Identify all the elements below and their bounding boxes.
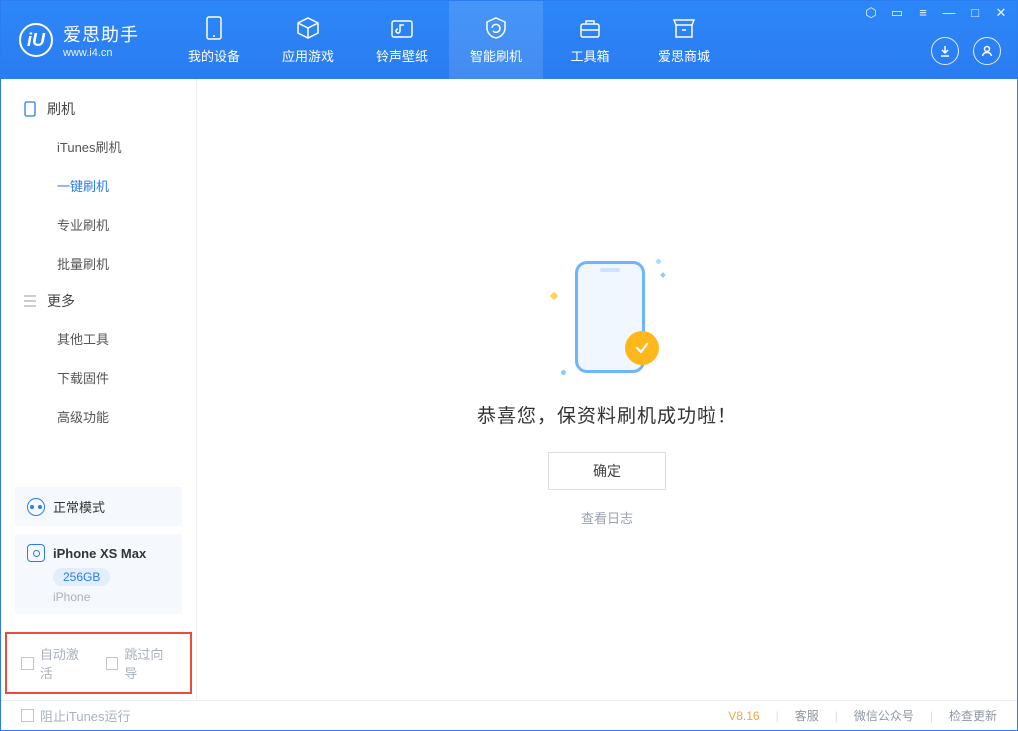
group-title: 更多 xyxy=(47,291,75,311)
ok-button[interactable]: 确定 xyxy=(548,452,666,490)
body: 刷机 iTunes刷机 一键刷机 专业刷机 批量刷机 更多 其他工具 下载固件 … xyxy=(1,79,1017,700)
nav-label: 我的设备 xyxy=(188,46,240,65)
sidebar-item-batch-flash[interactable]: 批量刷机 xyxy=(1,244,196,283)
nav-flash[interactable]: 智能刷机 xyxy=(449,1,543,79)
checkbox-icon xyxy=(21,709,34,722)
list-icon xyxy=(23,294,37,308)
footer: 阻止iTunes运行 V8.16 | 客服 | 微信公众号 | 检查更新 xyxy=(1,700,1017,730)
sidebar-item-oneclick-flash[interactable]: 一键刷机 xyxy=(1,166,196,205)
nav-toolbox[interactable]: 工具箱 xyxy=(543,1,637,79)
check-label: 阻止iTunes运行 xyxy=(40,706,131,725)
header-right-icons xyxy=(931,37,1001,65)
sparkle-icon xyxy=(550,291,558,299)
mode-icon xyxy=(27,498,45,516)
device-icon xyxy=(202,16,226,40)
mode-label: 正常模式 xyxy=(53,497,105,516)
sidebar-item-other-tools[interactable]: 其他工具 xyxy=(1,319,196,358)
toolbox-icon xyxy=(578,16,602,40)
nav-label: 爱思商城 xyxy=(658,46,710,65)
device-mode-card[interactable]: 正常模式 xyxy=(15,487,182,526)
nav-ringtone[interactable]: 铃声壁纸 xyxy=(355,1,449,79)
user-icon[interactable] xyxy=(973,37,1001,65)
sidebar-checks-highlight: 自动激活 跳过向导 xyxy=(5,632,192,694)
logo-area: iU 爱思助手 www.i4.cn xyxy=(1,21,157,59)
check-block-itunes[interactable]: 阻止iTunes运行 xyxy=(21,706,131,725)
check-label: 跳过向导 xyxy=(124,644,176,682)
success-message: 恭喜您，保资料刷机成功啦！ xyxy=(477,401,737,428)
note-icon[interactable]: ▭ xyxy=(889,5,905,21)
nav-label: 工具箱 xyxy=(570,46,609,65)
header: iU 爱思助手 www.i4.cn 我的设备 应用游戏 铃声壁纸 智能刷机 工具… xyxy=(1,1,1017,79)
main-content: 恭喜您，保资料刷机成功啦！ 确定 查看日志 xyxy=(197,79,1017,700)
view-log-link[interactable]: 查看日志 xyxy=(581,508,633,527)
capacity-badge: 256GB xyxy=(53,568,110,586)
checkbox-icon xyxy=(21,657,34,670)
dot-icon xyxy=(561,370,566,375)
footer-wechat[interactable]: 微信公众号 xyxy=(854,707,914,724)
success-illustration xyxy=(547,253,667,383)
sidebar-item-advanced[interactable]: 高级功能 xyxy=(1,397,196,436)
device-name: iPhone XS Max xyxy=(53,546,146,561)
device-info: 正常模式 iPhone XS Max 256GB iPhone xyxy=(1,477,196,632)
cube-icon xyxy=(296,16,320,40)
minimize-button[interactable]: — xyxy=(941,5,957,21)
shield-refresh-icon xyxy=(484,16,508,40)
top-nav: 我的设备 应用游戏 铃声壁纸 智能刷机 工具箱 爱思商城 xyxy=(167,1,731,79)
checkbox-icon xyxy=(106,657,119,670)
sidebar: 刷机 iTunes刷机 一键刷机 专业刷机 批量刷机 更多 其他工具 下载固件 … xyxy=(1,79,197,700)
sidebar-item-pro-flash[interactable]: 专业刷机 xyxy=(1,205,196,244)
version-label: V8.16 xyxy=(728,709,759,723)
device-card[interactable]: iPhone XS Max 256GB iPhone xyxy=(15,534,182,614)
footer-support[interactable]: 客服 xyxy=(795,707,819,724)
logo-text: 爱思助手 www.i4.cn xyxy=(63,21,139,59)
nav-label: 智能刷机 xyxy=(470,46,522,65)
nav-label: 铃声壁纸 xyxy=(376,46,428,65)
store-icon xyxy=(672,16,696,40)
sidebar-item-itunes-flash[interactable]: iTunes刷机 xyxy=(1,127,196,166)
shirt-icon[interactable]: ⬡ xyxy=(863,5,879,21)
check-badge-icon xyxy=(625,331,659,365)
window-controls: ⬡ ▭ ≡ — □ ✕ xyxy=(863,5,1009,21)
group-title: 刷机 xyxy=(47,99,75,119)
check-auto-activate[interactable]: 自动激活 xyxy=(21,644,92,682)
sidebar-menu: 刷机 iTunes刷机 一键刷机 专业刷机 批量刷机 更多 其他工具 下载固件 … xyxy=(1,79,196,477)
app-name: 爱思助手 xyxy=(63,21,139,47)
sidebar-item-download-firmware[interactable]: 下载固件 xyxy=(1,358,196,397)
sidebar-group-more[interactable]: 更多 xyxy=(1,283,196,319)
footer-check-update[interactable]: 检查更新 xyxy=(949,707,997,724)
phone-icon xyxy=(23,102,37,116)
check-label: 自动激活 xyxy=(40,644,92,682)
logo-icon: iU xyxy=(19,23,53,57)
music-folder-icon xyxy=(390,16,414,40)
nav-apps[interactable]: 应用游戏 xyxy=(261,1,355,79)
nav-store[interactable]: 爱思商城 xyxy=(637,1,731,79)
sparkle-icon xyxy=(660,272,666,278)
app-url: www.i4.cn xyxy=(63,47,139,59)
maximize-button[interactable]: □ xyxy=(967,5,983,21)
sidebar-group-flash[interactable]: 刷机 xyxy=(1,91,196,127)
download-icon[interactable] xyxy=(931,37,959,65)
nav-my-device[interactable]: 我的设备 xyxy=(167,1,261,79)
close-button[interactable]: ✕ xyxy=(993,5,1009,21)
device-name-row: iPhone XS Max xyxy=(27,544,170,562)
menu-icon[interactable]: ≡ xyxy=(915,5,931,21)
device-type: iPhone xyxy=(53,590,170,604)
check-skip-guide[interactable]: 跳过向导 xyxy=(106,644,177,682)
device-icon xyxy=(27,544,45,562)
nav-label: 应用游戏 xyxy=(282,46,334,65)
dot-icon xyxy=(656,259,661,264)
